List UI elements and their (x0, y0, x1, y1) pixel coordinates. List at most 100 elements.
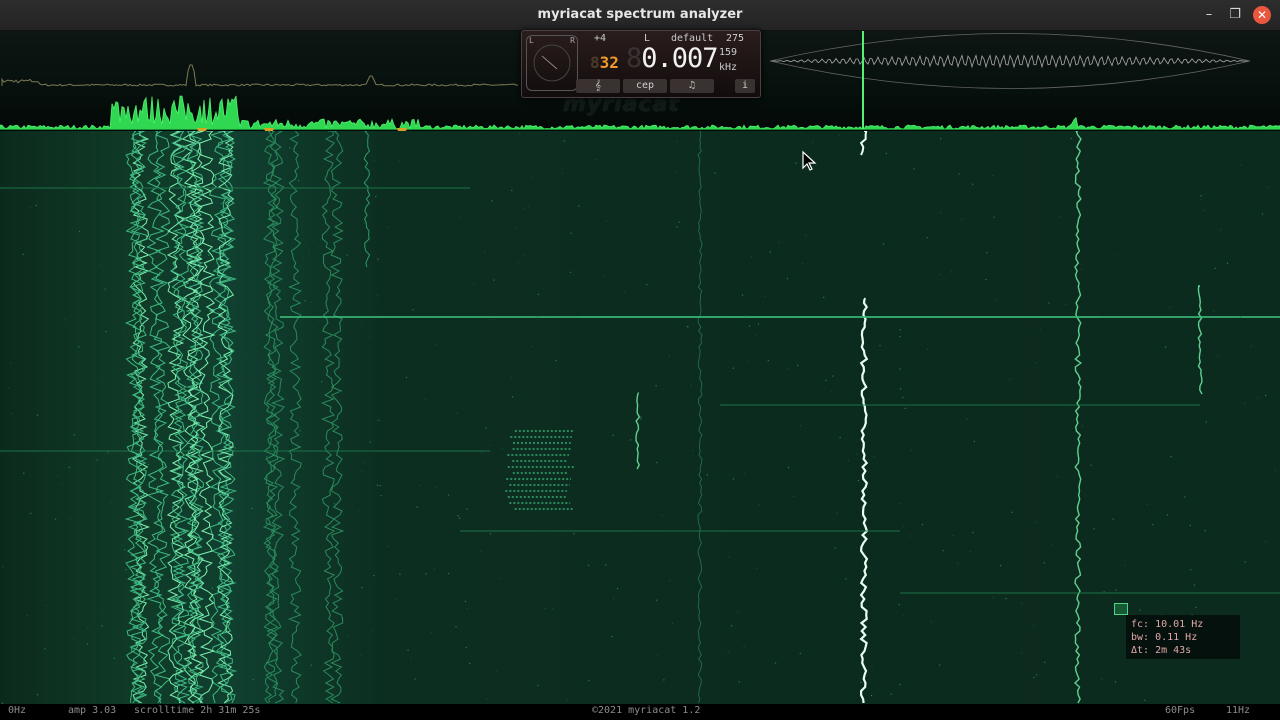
minimize-button[interactable]: – (1200, 6, 1218, 24)
tone-line-mid (635, 392, 641, 470)
noise-speck (738, 681, 740, 683)
noise-speck (473, 283, 475, 285)
noise-speck (363, 222, 365, 224)
noise-speck (160, 318, 162, 320)
noise-speck (387, 545, 389, 548)
noise-speck (616, 587, 619, 590)
note-button[interactable]: ♫ (670, 79, 714, 93)
noise-speck (369, 441, 371, 443)
info-button[interactable]: i (735, 79, 755, 93)
noise-speck (952, 534, 954, 537)
octave-shift[interactable]: +4 (594, 33, 606, 44)
noise-speck (899, 329, 901, 331)
noise-speck (512, 396, 514, 398)
noise-speck (640, 418, 642, 420)
scope-right-label: R (570, 36, 575, 45)
noise-speck (1226, 262, 1229, 264)
tone-line-main (859, 297, 869, 704)
noise-speck (528, 205, 530, 207)
noise-speck (195, 213, 197, 215)
noise-speck (211, 587, 213, 589)
noise-speck (629, 439, 632, 441)
noise-speck (913, 168, 915, 170)
noise-speck (655, 385, 657, 387)
noise-speck (1205, 421, 1207, 423)
noise-speck (563, 140, 565, 142)
noise-speck (1199, 199, 1201, 201)
faint-trace (320, 131, 336, 704)
maximize-button[interactable]: ❐ (1226, 6, 1244, 24)
noise-speck (168, 405, 170, 408)
noise-speck (993, 216, 995, 218)
noise-speck (899, 683, 901, 686)
noise-speck (407, 649, 409, 651)
noise-speck (1036, 674, 1038, 676)
noise-speck (225, 507, 228, 509)
noise-speck (147, 463, 149, 466)
faint-trace (270, 131, 286, 704)
cep-button[interactable]: cep (623, 79, 667, 93)
noise-speck (493, 279, 495, 281)
noise-speck (1170, 456, 1172, 458)
noise-speck (491, 200, 493, 202)
readout-value-159: 159 (719, 47, 738, 58)
noise-speck (1124, 564, 1126, 566)
noise-speck (223, 135, 225, 137)
noise-speck (110, 502, 112, 504)
noise-speck (531, 345, 533, 348)
noise-speck (973, 440, 975, 443)
noise-speck (1139, 609, 1141, 611)
noise-speck (552, 608, 554, 610)
noise-speck (678, 221, 680, 223)
noise-speck (792, 495, 795, 497)
selection-marker[interactable] (1114, 603, 1128, 615)
noise-speck (986, 252, 988, 254)
noise-speck (769, 251, 771, 253)
noise-speck (1081, 425, 1084, 427)
noise-speck (122, 332, 125, 334)
noise-speck (346, 254, 348, 256)
noise-speck (1193, 584, 1195, 586)
noise-speck (961, 218, 963, 220)
noise-speck (121, 544, 123, 546)
noise-speck (1058, 216, 1061, 218)
noise-speck (902, 396, 904, 399)
noise-speck (511, 189, 513, 191)
noise-speck (465, 646, 467, 649)
noise-speck (904, 407, 906, 409)
noise-speck (240, 467, 242, 469)
noise-speck (289, 147, 291, 149)
noise-speck (182, 388, 184, 390)
scope-left-label: L (529, 36, 534, 45)
noise-speck (522, 254, 524, 256)
noise-speck (469, 662, 471, 664)
noise-speck (361, 587, 363, 589)
noise-speck (266, 455, 268, 458)
noise-speck (174, 254, 176, 256)
phase-scope[interactable]: L R (526, 35, 578, 91)
close-button[interactable]: ✕ (1253, 6, 1271, 24)
noise-speck (29, 206, 31, 208)
frequency-readout[interactable]: L R +4 L default 275 832 80.007 159 kHz … (521, 30, 761, 98)
noise-speck (149, 332, 151, 334)
noise-speck (669, 580, 671, 582)
noise-speck (909, 535, 911, 537)
noise-speck (197, 590, 199, 592)
window-titlebar[interactable]: myriacat spectrum analyzer – ❐ ✕ (0, 0, 1280, 31)
noise-speck (64, 319, 66, 321)
noise-speck (1220, 229, 1222, 231)
noise-speck (251, 507, 253, 509)
noise-speck (569, 271, 572, 273)
noise-speck (603, 274, 605, 277)
noise-speck (1261, 213, 1264, 215)
noise-speck (126, 151, 128, 153)
bandwidth: bw: 0.11 Hz (1131, 632, 1198, 643)
noise-speck (692, 450, 694, 452)
readout-button-bar: 𝄞 cep ♫ i (576, 79, 758, 93)
noise-speck (755, 335, 757, 337)
waterfall-display[interactable] (0, 131, 1280, 704)
noise-speck (939, 664, 941, 666)
noise-speck (544, 607, 546, 609)
clef-button[interactable]: 𝄞 (576, 79, 620, 93)
noise-speck (319, 247, 321, 249)
